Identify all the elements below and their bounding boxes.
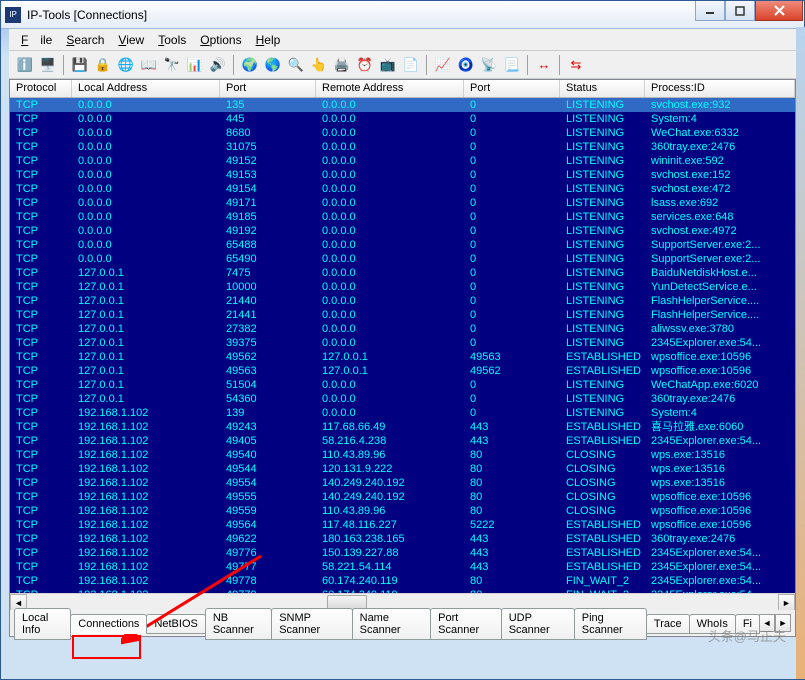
page-icon[interactable]: 📃 — [502, 55, 522, 75]
col-status[interactable]: Status — [560, 80, 645, 97]
table-row[interactable]: TCP127.0.0.1214400.0.0.00LISTENINGFlashH… — [10, 294, 795, 308]
table-row[interactable]: TCP0.0.0.0491540.0.0.00LISTENINGsvchost.… — [10, 182, 795, 196]
table-row[interactable]: TCP127.0.0.1273820.0.0.00LISTENINGaliwss… — [10, 322, 795, 336]
book-icon[interactable]: 📖 — [139, 55, 159, 75]
arrows-in-icon[interactable]: ⇆ — [566, 55, 586, 75]
tab-bar: Local InfoConnectionsNetBIOSNB ScannerSN… — [10, 610, 795, 636]
col-process[interactable]: Process:ID — [645, 80, 795, 97]
content-area: Protocol Local Address Port Remote Addre… — [9, 79, 796, 637]
table-row[interactable]: TCP192.168.1.10249540110.43.89.9680CLOSI… — [10, 448, 795, 462]
whois-icon[interactable]: 🔍 — [286, 55, 306, 75]
table-row[interactable]: TCP127.0.0.1515040.0.0.00LISTENINGWeChat… — [10, 378, 795, 392]
graph-icon[interactable]: 📈 — [433, 55, 453, 75]
menubar: File Search View Tools Options Help — [9, 29, 796, 51]
tab-connections[interactable]: Connections — [70, 614, 147, 634]
annotation-highlight — [72, 635, 141, 659]
menu-help[interactable]: Help — [250, 31, 287, 49]
finger-icon[interactable]: 👆 — [309, 55, 329, 75]
table-row[interactable]: TCP192.168.1.10249544120.131.9.22280CLOS… — [10, 462, 795, 476]
tab-udp-scanner[interactable]: UDP Scanner — [501, 608, 575, 640]
pie-icon[interactable]: 🧿 — [456, 55, 476, 75]
table-row[interactable]: TCP127.0.0.149563127.0.0.149562ESTABLISH… — [10, 364, 795, 378]
table-row[interactable]: TCP0.0.0.0491710.0.0.00LISTENINGlsass.ex… — [10, 196, 795, 210]
table-row[interactable]: TCP192.168.1.10249559110.43.89.9680CLOSI… — [10, 504, 795, 518]
app-window: IP IP-Tools [Connections] File Search Vi… — [0, 0, 805, 680]
table-row[interactable]: TCP192.168.1.1024977758.221.54.114443EST… — [10, 560, 795, 574]
menu-file[interactable]: File — [15, 31, 58, 49]
toolbar: ℹ️ 🖥️ 💾 🔒 🌐 📖 🔭 📊 🔊 🌍 🌎 🔍 👆 🖨️ ⏰ 📺 📄 📈 🧿… — [9, 51, 796, 79]
table-row[interactable]: TCP0.0.0.0654900.0.0.00LISTENINGSupportS… — [10, 252, 795, 266]
table-row[interactable]: TCP192.168.1.10249555140.249.240.19280CL… — [10, 490, 795, 504]
menu-tools[interactable]: Tools — [152, 31, 192, 49]
table-row[interactable]: TCP0.0.0.0491520.0.0.00LISTENINGwininit.… — [10, 154, 795, 168]
binoculars-icon[interactable]: 🔭 — [162, 55, 182, 75]
doc-icon[interactable]: 📄 — [401, 55, 421, 75]
table-row[interactable]: TCP192.168.1.10249776150.139.227.88443ES… — [10, 546, 795, 560]
arrows-lr-icon[interactable]: ↔ — [534, 55, 554, 75]
table-row[interactable]: TCP0.0.0.04450.0.0.00LISTENINGSystem:4 — [10, 112, 795, 126]
col-remote-address[interactable]: Remote Address — [316, 80, 464, 97]
lock-icon[interactable]: 🔒 — [93, 55, 113, 75]
screen-icon[interactable]: 📺 — [378, 55, 398, 75]
column-headers: Protocol Local Address Port Remote Addre… — [10, 80, 795, 98]
tab-local-info[interactable]: Local Info — [14, 608, 71, 640]
dish-icon[interactable]: 📡 — [479, 55, 499, 75]
chart-icon[interactable]: 📊 — [185, 55, 205, 75]
tab-ping-scanner[interactable]: Ping Scanner — [574, 608, 647, 640]
tab-name-scanner[interactable]: Name Scanner — [352, 608, 432, 640]
minimize-button[interactable] — [695, 1, 725, 21]
table-row[interactable]: TCP127.0.0.1100000.0.0.00LISTENINGYunDet… — [10, 280, 795, 294]
clock-icon[interactable]: ⏰ — [355, 55, 375, 75]
info-icon[interactable]: ℹ️ — [15, 55, 35, 75]
table-row[interactable]: TCP0.0.0.0654880.0.0.00LISTENINGSupportS… — [10, 238, 795, 252]
scroll-right-icon[interactable]: ► — [778, 594, 795, 611]
col-port-local[interactable]: Port — [220, 80, 316, 97]
tab-port-scanner[interactable]: Port Scanner — [430, 608, 502, 640]
table-row[interactable]: TCP127.0.0.1393750.0.0.00LISTENING2345Ex… — [10, 336, 795, 350]
app-icon: IP — [5, 7, 21, 23]
desktop-edge — [796, 27, 805, 679]
table-row[interactable]: TCP127.0.0.149562127.0.0.149563ESTABLISH… — [10, 350, 795, 364]
tab-trace[interactable]: Trace — [646, 614, 690, 634]
table-row[interactable]: TCP0.0.0.086800.0.0.00LISTENINGWeChat.ex… — [10, 126, 795, 140]
tab-nb-scanner[interactable]: NB Scanner — [205, 608, 272, 640]
net-icon[interactable]: 🌐 — [116, 55, 136, 75]
sound-icon[interactable]: 🔊 — [208, 55, 228, 75]
menu-options[interactable]: Options — [194, 31, 247, 49]
table-row[interactable]: TCP0.0.0.0491920.0.0.00LISTENINGsvchost.… — [10, 224, 795, 238]
table-row[interactable]: TCP192.168.1.1021390.0.0.00LISTENINGSyst… — [10, 406, 795, 420]
monitor-icon[interactable]: 🖥️ — [38, 55, 58, 75]
col-protocol[interactable]: Protocol — [10, 80, 72, 97]
connections-grid[interactable]: TCP0.0.0.01350.0.0.00LISTENINGsvchost.ex… — [10, 98, 795, 593]
table-row[interactable]: TCP0.0.0.0491530.0.0.00LISTENINGsvchost.… — [10, 168, 795, 182]
tab-snmp-scanner[interactable]: SNMP Scanner — [271, 608, 352, 640]
watermark: 头条@马正夫 — [708, 626, 786, 645]
table-row[interactable]: TCP0.0.0.0310750.0.0.00LISTENING360tray.… — [10, 140, 795, 154]
tab-netbios[interactable]: NetBIOS — [146, 614, 205, 634]
table-row[interactable]: TCP192.168.1.10249554140.249.240.19280CL… — [10, 476, 795, 490]
close-button[interactable] — [755, 1, 803, 21]
table-row[interactable]: TCP192.168.1.10249622180.163.238.165443E… — [10, 532, 795, 546]
titlebar[interactable]: IP IP-Tools [Connections] — [1, 1, 804, 29]
menu-search[interactable]: Search — [60, 31, 110, 49]
window-title: IP-Tools [Connections] — [27, 8, 800, 22]
globe-ping-icon[interactable]: 🌍 — [240, 55, 260, 75]
table-row[interactable]: TCP0.0.0.01350.0.0.00LISTENINGsvchost.ex… — [10, 98, 795, 112]
print-icon[interactable]: 🖨️ — [332, 55, 352, 75]
table-row[interactable]: TCP127.0.0.1543600.0.0.00LISTENING360tra… — [10, 392, 795, 406]
table-row[interactable]: TCP192.168.1.1024977860.174.240.11980FIN… — [10, 574, 795, 588]
disk-icon[interactable]: 💾 — [70, 55, 90, 75]
table-row[interactable]: TCP0.0.0.0491850.0.0.00LISTENINGservices… — [10, 210, 795, 224]
table-row[interactable]: TCP192.168.1.1024940558.216.4.238443ESTA… — [10, 434, 795, 448]
table-row[interactable]: TCP127.0.0.1214410.0.0.00LISTENINGFlashH… — [10, 308, 795, 322]
menu-view[interactable]: View — [112, 31, 150, 49]
col-port-remote[interactable]: Port — [464, 80, 560, 97]
maximize-button[interactable] — [725, 1, 755, 21]
globe-trace-icon[interactable]: 🌎 — [263, 55, 283, 75]
table-row[interactable]: TCP127.0.0.174750.0.0.00LISTENINGBaiduNe… — [10, 266, 795, 280]
table-row[interactable]: TCP192.168.1.10249564117.48.116.2275222E… — [10, 518, 795, 532]
col-local-address[interactable]: Local Address — [72, 80, 220, 97]
table-row[interactable]: TCP192.168.1.10249243117.68.66.49443ESTA… — [10, 420, 795, 434]
